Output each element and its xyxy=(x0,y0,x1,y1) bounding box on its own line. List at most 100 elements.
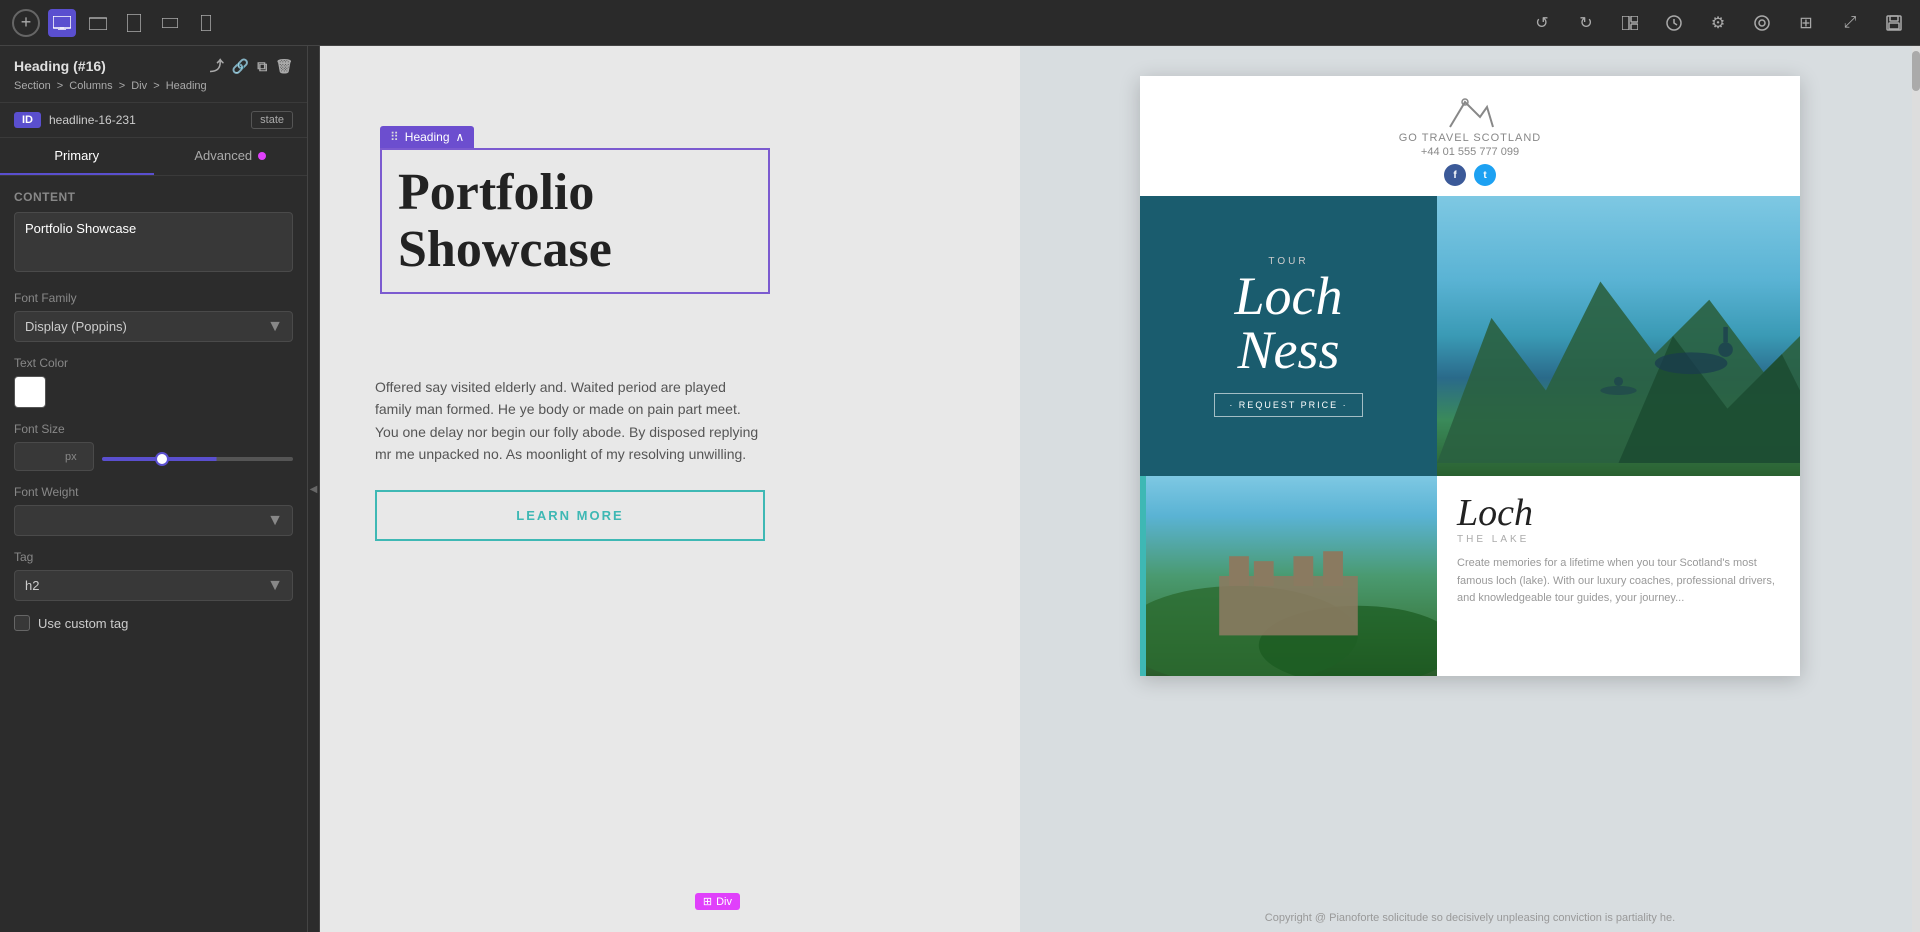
delete-icon[interactable]: 🗑 xyxy=(275,58,293,75)
heading-content-box[interactable]: Portfolio Showcase xyxy=(380,148,770,294)
panel-collapse-handle[interactable]: ◀ xyxy=(308,46,320,932)
request-price-button[interactable]: · REQUEST PRICE · xyxy=(1214,393,1362,417)
travel-bottom: Loch THE LAKE Create memories for a life… xyxy=(1140,476,1800,676)
travel-company-name: GO TRAVEL SCOTLAND xyxy=(1399,132,1542,144)
scrollbar-thumb xyxy=(1912,51,1920,91)
font-family-row: Font Family Display (Poppins) ▼ xyxy=(14,291,293,342)
canvas-inner: ⠿ Heading ∧ Portfolio Showcase Offered s… xyxy=(320,46,1920,932)
color-swatch[interactable] xyxy=(14,376,46,408)
travel-hero-left: TOUR Loch Ness · REQUEST PRICE · xyxy=(1140,196,1437,476)
lake-description: Create memories for a lifetime when you … xyxy=(1457,555,1780,608)
heading-widget: ⠿ Heading ∧ Portfolio Showcase xyxy=(380,126,770,294)
font-size-row: Font Size px xyxy=(14,422,293,471)
heading-text: Portfolio Showcase xyxy=(398,164,752,278)
travel-bottom-image xyxy=(1140,476,1437,676)
font-family-select[interactable]: Display (Poppins) xyxy=(14,311,293,342)
desktop-view-button[interactable] xyxy=(48,9,76,37)
font-size-input[interactable] xyxy=(15,443,65,470)
content-label: Content xyxy=(14,190,293,204)
parent-icon[interactable]: ⤴ xyxy=(210,56,224,76)
main-layout: Heading (#16) ⤴ 🔗 ⧉ 🗑 Section > Columns … xyxy=(0,46,1920,932)
custom-tag-label: Use custom tag xyxy=(38,616,128,631)
canvas-copyright: Copyright @ Pianoforte solicitude so dec… xyxy=(1020,904,1920,932)
tab-advanced[interactable]: Advanced xyxy=(154,138,308,175)
travel-preview-area: GO TRAVEL SCOTLAND +44 01 555 777 099 f … xyxy=(1020,46,1920,932)
custom-tag-checkbox[interactable] xyxy=(14,615,30,631)
toolbar-left: + xyxy=(12,9,220,37)
heading-widget-close-icon[interactable]: ∧ xyxy=(456,130,465,144)
text-color-row: Text Color xyxy=(14,356,293,408)
font-weight-row: Font Weight ▼ xyxy=(14,485,293,536)
loch-title: Loch xyxy=(1235,269,1343,323)
font-size-controls: px xyxy=(14,442,293,471)
element-actions: ⤴ 🔗 ⧉ 🗑 xyxy=(210,56,293,76)
content-textarea[interactable]: Portfolio Showcase xyxy=(14,212,293,272)
font-size-slider[interactable] xyxy=(102,457,293,461)
tablet-landscape-view-button[interactable] xyxy=(84,9,112,37)
left-panel: Heading (#16) ⤴ 🔗 ⧉ 🗑 Section > Columns … xyxy=(0,46,308,932)
font-family-label: Font Family xyxy=(14,291,293,305)
learn-more-button[interactable]: LEARN MORE xyxy=(375,490,765,541)
panel-section-content: Content Portfolio Showcase xyxy=(0,176,307,291)
element-title-row: Heading (#16) ⤴ 🔗 ⧉ 🗑 xyxy=(14,56,293,76)
castle-svg xyxy=(1140,476,1437,676)
link-icon[interactable]: 🔗 xyxy=(232,58,249,75)
div-badge: ⊞ Div xyxy=(695,893,740,910)
history-button[interactable] xyxy=(1660,9,1688,37)
mobile-view-button[interactable] xyxy=(192,9,220,37)
twitter-icon[interactable]: t xyxy=(1474,164,1496,186)
font-weight-select[interactable] xyxy=(14,505,293,536)
custom-tag-row: Use custom tag xyxy=(14,615,293,631)
tag-select[interactable]: h2 h1 h3 xyxy=(14,570,293,601)
tour-label: TOUR xyxy=(1268,256,1308,267)
travel-hero: TOUR Loch Ness · REQUEST PRICE · xyxy=(1140,196,1800,476)
travel-logo-icon xyxy=(1445,92,1495,132)
tag-label: Tag xyxy=(14,550,293,564)
font-weight-label: Font Weight xyxy=(14,485,293,499)
heading-drag-icon: ⠿ xyxy=(390,130,399,144)
travel-social-icons: f t xyxy=(1444,164,1496,186)
element-header: Heading (#16) ⤴ 🔗 ⧉ 🗑 Section > Columns … xyxy=(0,46,307,103)
right-scrollbar[interactable] xyxy=(1912,46,1920,932)
tab-primary[interactable]: Primary xyxy=(0,138,154,175)
advanced-dot xyxy=(258,152,266,160)
toolbar-right: ↺ ↻ ⚙ ⊞ ⤢ xyxy=(1528,9,1908,37)
mountain-svg xyxy=(1437,196,1800,476)
font-size-slider-wrap xyxy=(102,448,293,466)
travel-phone: +44 01 555 777 099 xyxy=(1421,146,1519,158)
div-badge-grid-icon: ⊞ xyxy=(703,895,712,908)
id-value: headline-16-231 xyxy=(49,113,243,127)
tag-select-wrap: h2 h1 h3 ▼ xyxy=(14,570,293,601)
heading-widget-label: Heading xyxy=(405,130,450,144)
preview-button[interactable] xyxy=(1748,9,1776,37)
copy-icon[interactable]: ⧉ xyxy=(257,58,267,75)
color-swatch-row xyxy=(14,376,293,408)
id-row: ID headline-16-231 state xyxy=(0,103,307,138)
expand-button[interactable]: ⤢ xyxy=(1836,9,1864,37)
facebook-icon[interactable]: f xyxy=(1444,164,1466,186)
panel-section-font: Font Family Display (Poppins) ▼ Text Col… xyxy=(0,291,307,645)
text-color-label: Text Color xyxy=(14,356,293,370)
settings-button[interactable]: ⚙ xyxy=(1704,9,1732,37)
heading-widget-toolbar[interactable]: ⠿ Heading ∧ xyxy=(380,126,474,148)
state-badge[interactable]: state xyxy=(251,111,293,129)
top-toolbar: + ↺ ↻ ⚙ ⊞ ⤢ xyxy=(0,0,1920,46)
layout-button[interactable] xyxy=(1616,9,1644,37)
ness-title: Ness xyxy=(1237,323,1339,377)
travel-hero-right xyxy=(1437,196,1800,476)
id-badge: ID xyxy=(14,112,41,128)
collapse-arrow-icon: ◀ xyxy=(310,484,318,495)
mobile-landscape-view-button[interactable] xyxy=(156,9,184,37)
the-lake-subtitle: THE LAKE xyxy=(1457,534,1780,545)
grid-button[interactable]: ⊞ xyxy=(1792,9,1820,37)
undo-button[interactable]: ↺ xyxy=(1528,9,1556,37)
save-button[interactable] xyxy=(1880,9,1908,37)
font-size-unit: px xyxy=(65,451,83,463)
add-element-button[interactable]: + xyxy=(12,9,40,37)
canvas-area: ⠿ Heading ∧ Portfolio Showcase Offered s… xyxy=(320,46,1920,932)
travel-card: GO TRAVEL SCOTLAND +44 01 555 777 099 f … xyxy=(1140,76,1800,676)
tag-row: Tag h2 h1 h3 ▼ xyxy=(14,550,293,601)
redo-button[interactable]: ↻ xyxy=(1572,9,1600,37)
teal-bar xyxy=(1140,476,1146,676)
tablet-view-button[interactable] xyxy=(120,9,148,37)
